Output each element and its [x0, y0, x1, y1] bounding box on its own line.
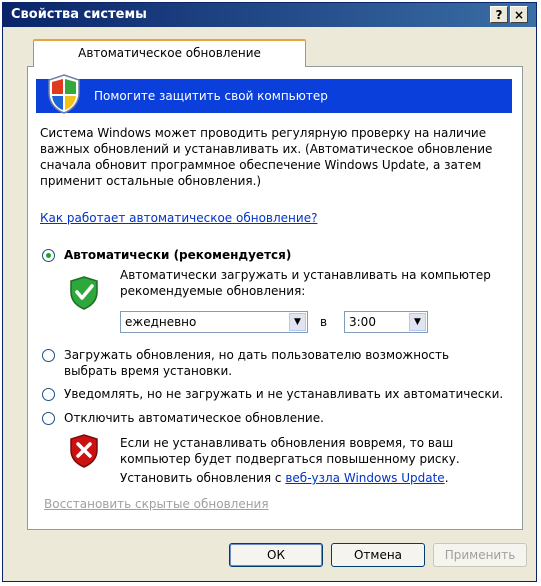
help-button[interactable]: ? — [490, 6, 508, 23]
tab-automatic-updates[interactable]: Автоматическое обновление — [33, 39, 306, 67]
intro-line: важных обновлений и устанавливать их. (А… — [40, 142, 493, 156]
window-title: Свойства системы — [11, 7, 147, 22]
description-line: Автоматически загружать и устанавливать … — [120, 268, 491, 282]
chevron-down-icon[interactable]: ▼ — [289, 313, 306, 331]
red-shield-x-icon — [70, 434, 98, 468]
how-it-works-link[interactable]: Как работает автоматическое обновление? — [40, 211, 317, 225]
warning-line: Установить обновления с веб-узла Windows… — [120, 470, 460, 486]
option-off-label[interactable]: Отключить автоматическое обновление. — [64, 410, 324, 426]
intro-line: сначала обновит программное обеспечение … — [40, 158, 482, 172]
green-shield-check-icon — [70, 276, 98, 310]
chevron-down-icon[interactable]: ▼ — [409, 313, 426, 331]
option-download-label[interactable]: Загружать обновления, но дать пользовате… — [64, 347, 449, 379]
radio-automatic[interactable] — [42, 249, 55, 262]
intro-line: Система Windows может проводить регулярн… — [40, 126, 487, 140]
warning-text: Если не устанавливать обновления вовремя… — [120, 435, 460, 486]
automatic-description: Автоматически загружать и устанавливать … — [120, 267, 491, 299]
warning-line: Если не устанавливать обновления вовремя… — [120, 436, 454, 450]
at-label: в — [320, 315, 328, 329]
system-properties-window: Свойства системы ? × Автоматическое обно… — [2, 2, 537, 582]
restore-hidden-updates-link[interactable]: Восстановить скрытые обновления — [44, 497, 269, 511]
ok-button[interactable]: ОК — [229, 543, 323, 567]
windows-update-link[interactable]: веб-узла Windows Update — [285, 471, 444, 485]
close-button[interactable]: × — [510, 6, 528, 23]
tab-panel: Помогите защитить свой компьютер Система… — [27, 66, 523, 530]
option-line: выбрать время установки. — [64, 364, 233, 378]
time-dropdown[interactable]: 3:00 ▼ — [344, 311, 428, 333]
radio-notify-only[interactable] — [42, 388, 55, 401]
option-line: Загружать обновления, но дать пользовате… — [64, 348, 450, 362]
option-notify-label[interactable]: Уведомлять, но не загружать и не устанав… — [64, 386, 503, 402]
intro-text: Система Windows может проводить регулярн… — [40, 125, 512, 189]
radio-download-only[interactable] — [42, 349, 55, 362]
warning-line: компьютер будет подвергаться повышенному… — [120, 452, 460, 466]
warning-prefix: Установить обновления с — [120, 471, 286, 485]
cancel-button[interactable]: Отмена — [331, 543, 425, 567]
radio-turn-off[interactable] — [42, 412, 55, 425]
warning-suffix: . — [444, 471, 449, 485]
banner-text: Помогите защитить свой компьютер — [94, 89, 328, 103]
windows-security-shield-icon — [48, 74, 80, 114]
time-value: 3:00 — [349, 315, 376, 329]
option-automatic-label[interactable]: Автоматически (рекомендуется) — [64, 247, 291, 263]
frequency-dropdown[interactable]: ежедневно ▼ — [120, 311, 308, 333]
title-bar[interactable]: Свойства системы ? × — [3, 3, 536, 27]
security-banner: Помогите защитить свой компьютер — [36, 74, 512, 114]
apply-button[interactable]: Применить — [433, 543, 527, 567]
frequency-value: ежедневно — [125, 315, 197, 329]
intro-line: применит остальные обновления.) — [40, 174, 262, 188]
description-line: рекомендуемые обновления: — [120, 284, 306, 298]
